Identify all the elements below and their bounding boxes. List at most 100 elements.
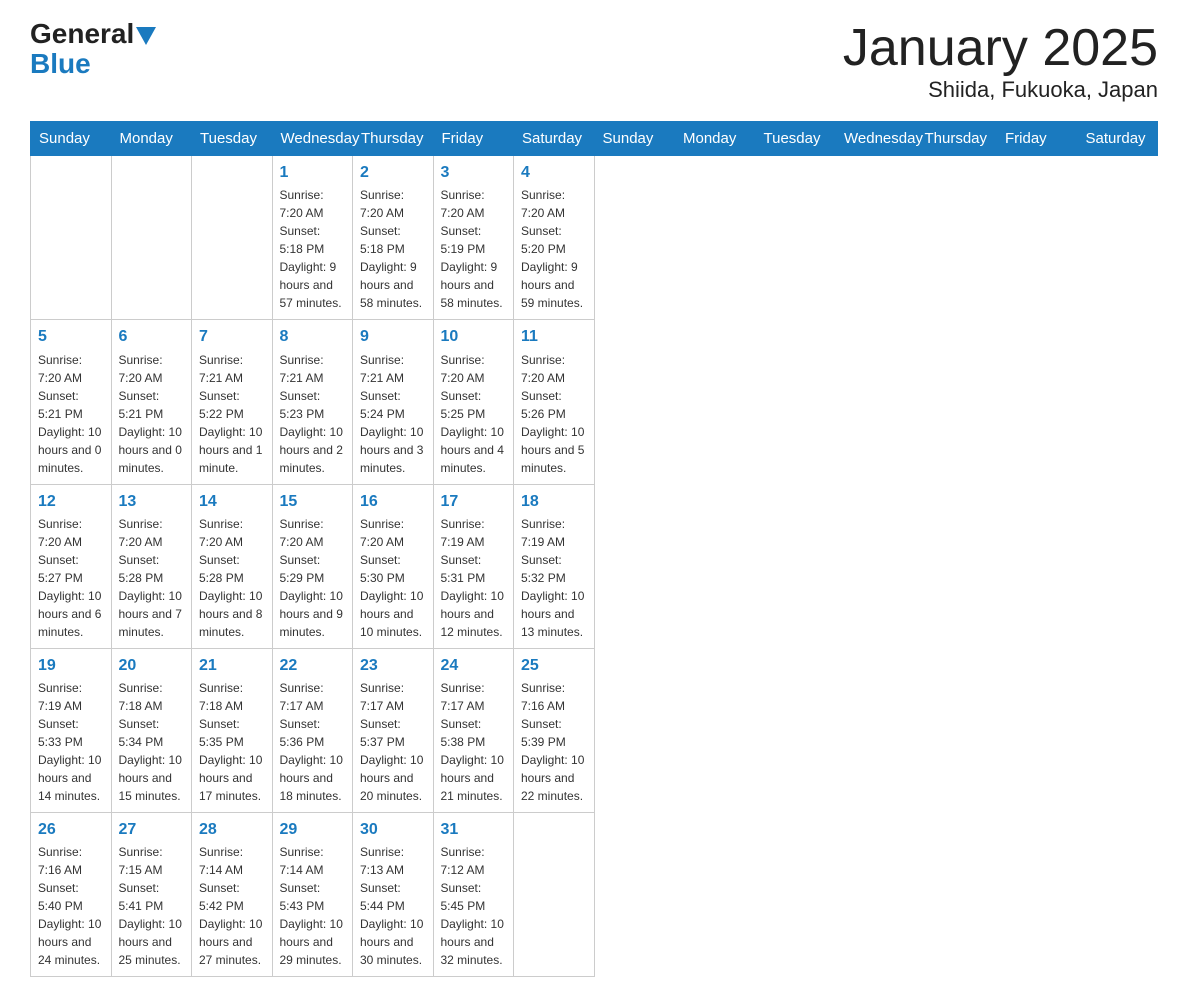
header-saturday: Saturday bbox=[514, 122, 595, 156]
calendar-cell bbox=[192, 156, 273, 320]
calendar-cell: 25Sunrise: 7:16 AMSunset: 5:39 PMDayligh… bbox=[514, 648, 595, 812]
calendar-cell: 29Sunrise: 7:14 AMSunset: 5:43 PMDayligh… bbox=[272, 812, 353, 976]
calendar-cell: 28Sunrise: 7:14 AMSunset: 5:42 PMDayligh… bbox=[192, 812, 273, 976]
calendar-week-row: 12Sunrise: 7:20 AMSunset: 5:27 PMDayligh… bbox=[31, 484, 1158, 648]
calendar-cell: 8Sunrise: 7:21 AMSunset: 5:23 PMDaylight… bbox=[272, 320, 353, 484]
calendar-cell: 10 Sunrise: 7:20 AMSunset: 5:25 PMDayligh… bbox=[433, 320, 514, 484]
calendar-cell: 13Sunrise: 7:20 AMSunset: 5:28 PMDayligh… bbox=[111, 484, 192, 648]
location-title: Shiida, Fukuoka, Japan bbox=[843, 77, 1158, 103]
calendar-cell: 31Sunrise: 7:12 AMSunset: 5:45 PMDayligh… bbox=[433, 812, 514, 976]
header-day-thursday: Thursday bbox=[916, 122, 997, 156]
calendar-cell: 30Sunrise: 7:13 AMSunset: 5:44 PMDayligh… bbox=[353, 812, 434, 976]
calendar-week-row: 26Sunrise: 7:16 AMSunset: 5:40 PMDayligh… bbox=[31, 812, 1158, 976]
day-info: Sunrise: 7:14 AMSunset: 5:43 PMDaylight:… bbox=[280, 843, 346, 969]
calendar-cell bbox=[514, 812, 595, 976]
calendar-week-row: 19Sunrise: 7:19 AMSunset: 5:33 PMDayligh… bbox=[31, 648, 1158, 812]
day-number: 13 bbox=[119, 490, 185, 513]
day-info: Sunrise: 7:20 AMSunset: 5:28 PMDaylight:… bbox=[199, 515, 265, 641]
header-day-saturday: Saturday bbox=[1077, 122, 1158, 156]
day-number: 5 bbox=[38, 325, 104, 348]
day-info: Sunrise: 7:16 AMSunset: 5:40 PMDaylight:… bbox=[38, 843, 104, 969]
day-info: Sunrise: 7:19 AMSunset: 5:31 PMDaylight:… bbox=[441, 515, 507, 641]
day-info: Sunrise: 7:21 AMSunset: 5:24 PMDaylight:… bbox=[360, 351, 426, 477]
day-number: 6 bbox=[119, 325, 185, 348]
day-info: Sunrise: 7:21 AMSunset: 5:22 PMDaylight:… bbox=[199, 351, 265, 477]
calendar-cell: 24Sunrise: 7:17 AMSunset: 5:38 PMDayligh… bbox=[433, 648, 514, 812]
day-number: 18 bbox=[521, 490, 587, 513]
calendar-cell: 6 Sunrise: 7:20 AMSunset: 5:21 PMDaylight… bbox=[111, 320, 192, 484]
day-info: Sunrise: 7:19 AMSunset: 5:32 PMDaylight:… bbox=[521, 515, 587, 641]
day-info: Sunrise: 7:21 AMSunset: 5:23 PMDaylight:… bbox=[280, 351, 346, 477]
header-day-friday: Friday bbox=[997, 122, 1078, 156]
day-number: 1 bbox=[280, 161, 346, 184]
calendar-cell: 11 Sunrise: 7:20 AMSunset: 5:26 PMDayligh… bbox=[514, 320, 595, 484]
logo-blue-text: Blue bbox=[30, 48, 91, 80]
day-info: Sunrise: 7:13 AMSunset: 5:44 PMDaylight:… bbox=[360, 843, 426, 969]
day-number: 23 bbox=[360, 654, 426, 677]
day-info: Sunrise: 7:18 AMSunset: 5:34 PMDaylight:… bbox=[119, 679, 185, 805]
day-number: 4 bbox=[521, 161, 587, 184]
day-number: 26 bbox=[38, 818, 104, 841]
day-info: Sunrise: 7:20 AMSunset: 5:20 PMDaylight:… bbox=[521, 186, 587, 312]
calendar-week-row: 5 Sunrise: 7:20 AMSunset: 5:21 PMDaylight… bbox=[31, 320, 1158, 484]
header-thursday: Thursday bbox=[353, 122, 434, 156]
page-header: General Blue January 2025 Shiida, Fukuok… bbox=[30, 20, 1158, 103]
calendar-cell: 5Sunrise: 7:20 AMSunset: 5:21 PMDaylight… bbox=[31, 320, 112, 484]
calendar-week-row: 1 Sunrise: 7:20 AMSunset: 5:18 PMDaylight… bbox=[31, 156, 1158, 320]
calendar-cell: 12Sunrise: 7:20 AMSunset: 5:27 PMDayligh… bbox=[31, 484, 112, 648]
day-number: 15 bbox=[280, 490, 346, 513]
day-number: 16 bbox=[360, 490, 426, 513]
title-block: January 2025 Shiida, Fukuoka, Japan bbox=[843, 20, 1158, 103]
header-tuesday: Tuesday bbox=[192, 122, 273, 156]
day-info: Sunrise: 7:14 AMSunset: 5:42 PMDaylight:… bbox=[199, 843, 265, 969]
day-info: Sunrise: 7:20 AMSunset: 5:21 PMDaylight:… bbox=[119, 351, 185, 477]
day-number: 28 bbox=[199, 818, 265, 841]
calendar-cell: 1Sunrise: 7:20 AMSunset: 5:18 PMDaylight… bbox=[272, 156, 353, 320]
header-sunday: Sunday bbox=[31, 122, 112, 156]
logo-triangle-icon bbox=[136, 27, 156, 45]
header-day-wednesday: Wednesday bbox=[836, 122, 917, 156]
day-info: Sunrise: 7:20 AMSunset: 5:19 PMDaylight:… bbox=[441, 186, 507, 312]
day-number: 30 bbox=[360, 818, 426, 841]
calendar-cell: 7 Sunrise: 7:21 AMSunset: 5:22 PMDaylight… bbox=[192, 320, 273, 484]
header-day-tuesday: Tuesday bbox=[755, 122, 836, 156]
day-info: Sunrise: 7:20 AMSunset: 5:18 PMDaylight:… bbox=[360, 186, 426, 312]
day-number: 24 bbox=[441, 654, 507, 677]
calendar-cell: 2Sunrise: 7:20 AMSunset: 5:18 PMDaylight… bbox=[353, 156, 434, 320]
day-number: 17 bbox=[441, 490, 507, 513]
day-number: 21 bbox=[199, 654, 265, 677]
day-number: 22 bbox=[280, 654, 346, 677]
day-number: 11 bbox=[521, 325, 587, 348]
calendar-cell: 9Sunrise: 7:21 AMSunset: 5:24 PMDaylight… bbox=[353, 320, 434, 484]
day-number: 27 bbox=[119, 818, 185, 841]
day-info: Sunrise: 7:17 AMSunset: 5:37 PMDaylight:… bbox=[360, 679, 426, 805]
day-info: Sunrise: 7:17 AMSunset: 5:36 PMDaylight:… bbox=[280, 679, 346, 805]
day-number: 10 bbox=[441, 325, 507, 348]
day-info: Sunrise: 7:16 AMSunset: 5:39 PMDaylight:… bbox=[521, 679, 587, 805]
day-info: Sunrise: 7:20 AMSunset: 5:25 PMDaylight:… bbox=[441, 351, 507, 477]
month-title: January 2025 bbox=[843, 20, 1158, 77]
day-number: 20 bbox=[119, 654, 185, 677]
header-monday: Monday bbox=[111, 122, 192, 156]
day-info: Sunrise: 7:20 AMSunset: 5:29 PMDaylight:… bbox=[280, 515, 346, 641]
calendar-cell: 3Sunrise: 7:20 AMSunset: 5:19 PMDaylight… bbox=[433, 156, 514, 320]
calendar-cell bbox=[31, 156, 112, 320]
day-number: 7 bbox=[199, 325, 265, 348]
logo-general-text: General bbox=[30, 20, 134, 48]
calendar-cell: 4Sunrise: 7:20 AMSunset: 5:20 PMDaylight… bbox=[514, 156, 595, 320]
day-info: Sunrise: 7:20 AMSunset: 5:26 PMDaylight:… bbox=[521, 351, 587, 477]
day-info: Sunrise: 7:12 AMSunset: 5:45 PMDaylight:… bbox=[441, 843, 507, 969]
calendar-cell: 27Sunrise: 7:15 AMSunset: 5:41 PMDayligh… bbox=[111, 812, 192, 976]
calendar-header-row: SundayMondayTuesdayWednesdayThursdayFrid… bbox=[31, 122, 1158, 156]
calendar-cell: 22Sunrise: 7:17 AMSunset: 5:36 PMDayligh… bbox=[272, 648, 353, 812]
calendar-cell: 21Sunrise: 7:18 AMSunset: 5:35 PMDayligh… bbox=[192, 648, 273, 812]
calendar-cell: 18Sunrise: 7:19 AMSunset: 5:32 PMDayligh… bbox=[514, 484, 595, 648]
day-info: Sunrise: 7:20 AMSunset: 5:30 PMDaylight:… bbox=[360, 515, 426, 641]
day-info: Sunrise: 7:20 AMSunset: 5:28 PMDaylight:… bbox=[119, 515, 185, 641]
header-day-monday: Monday bbox=[675, 122, 756, 156]
calendar-cell: 16Sunrise: 7:20 AMSunset: 5:30 PMDayligh… bbox=[353, 484, 434, 648]
calendar-cell bbox=[111, 156, 192, 320]
day-number: 3 bbox=[441, 161, 507, 184]
day-number: 14 bbox=[199, 490, 265, 513]
header-friday: Friday bbox=[433, 122, 514, 156]
